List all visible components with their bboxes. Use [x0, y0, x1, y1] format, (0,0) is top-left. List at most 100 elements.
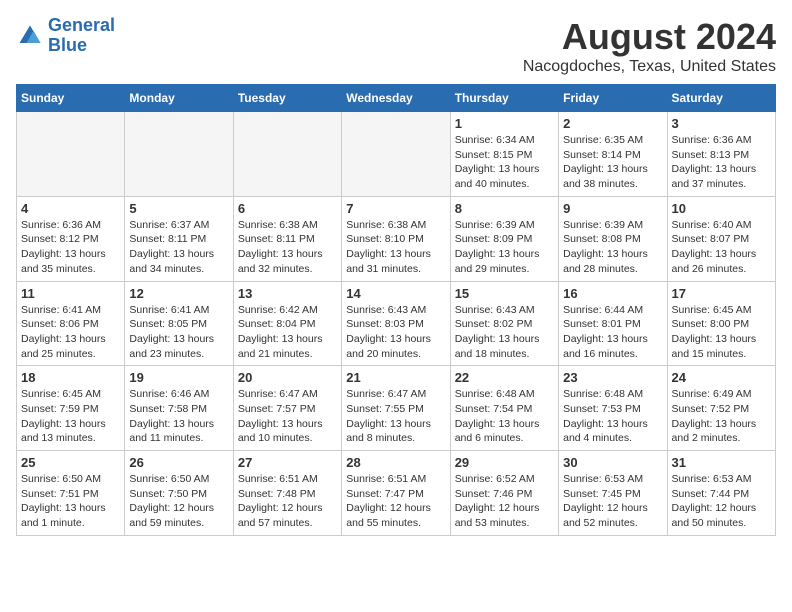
day-number: 1 — [455, 116, 554, 131]
day-number: 16 — [563, 286, 662, 301]
dow-header-wednesday: Wednesday — [342, 85, 450, 112]
dow-header-saturday: Saturday — [667, 85, 775, 112]
day-number: 5 — [129, 201, 228, 216]
calendar-cell: 12 Sunrise: 6:41 AM Sunset: 8:05 PM Dayli… — [125, 281, 233, 366]
calendar-cell: 25 Sunrise: 6:50 AM Sunset: 7:51 PM Dayli… — [17, 451, 125, 536]
calendar-cell: 1 Sunrise: 6:34 AM Sunset: 8:15 PM Daylig… — [450, 112, 558, 197]
calendar-cell: 18Sunrise: 6:45 AM Sunset: 7:59 PM Dayli… — [17, 366, 125, 451]
day-number: 4 — [21, 201, 120, 216]
calendar-week-5: 25 Sunrise: 6:50 AM Sunset: 7:51 PM Dayli… — [17, 451, 776, 536]
calendar-cell: 13 Sunrise: 6:42 AM Sunset: 8:04 PM Dayli… — [233, 281, 341, 366]
logo-icon — [16, 22, 44, 50]
main-title: August 2024 — [523, 16, 776, 58]
day-detail: Sunrise: 6:48 AM Sunset: 7:54 PM Dayligh… — [455, 387, 554, 446]
day-number: 9 — [563, 201, 662, 216]
day-number: 11 — [21, 286, 120, 301]
day-detail: Sunrise: 6:52 AM Sunset: 7:46 PM Dayligh… — [455, 472, 554, 531]
calendar-week-4: 18Sunrise: 6:45 AM Sunset: 7:59 PM Dayli… — [17, 366, 776, 451]
day-number: 23 — [563, 370, 662, 385]
calendar-cell: 21 Sunrise: 6:47 AM Sunset: 7:55 PM Dayli… — [342, 366, 450, 451]
day-number: 27 — [238, 455, 337, 470]
title-block: August 2024 Nacogdoches, Texas, United S… — [523, 16, 776, 76]
calendar-cell: 14 Sunrise: 6:43 AM Sunset: 8:03 PM Dayli… — [342, 281, 450, 366]
day-detail: Sunrise: 6:35 AM Sunset: 8:14 PM Dayligh… — [563, 133, 662, 192]
day-detail: Sunrise: 6:43 AM Sunset: 8:02 PM Dayligh… — [455, 303, 554, 362]
calendar-cell: 22 Sunrise: 6:48 AM Sunset: 7:54 PM Dayli… — [450, 366, 558, 451]
calendar-cell: 16 Sunrise: 6:44 AM Sunset: 8:01 PM Dayli… — [559, 281, 667, 366]
day-detail: Sunrise: 6:50 AM Sunset: 7:51 PM Dayligh… — [21, 472, 120, 531]
day-number: 14 — [346, 286, 445, 301]
calendar-cell: 29 Sunrise: 6:52 AM Sunset: 7:46 PM Dayli… — [450, 451, 558, 536]
day-number: 21 — [346, 370, 445, 385]
calendar-cell: 3 Sunrise: 6:36 AM Sunset: 8:13 PM Daylig… — [667, 112, 775, 197]
calendar-cell: 5 Sunrise: 6:37 AM Sunset: 8:11 PM Daylig… — [125, 196, 233, 281]
calendar-cell: 20Sunrise: 6:47 AM Sunset: 7:57 PM Dayli… — [233, 366, 341, 451]
day-detail: Sunrise: 6:36 AM Sunset: 8:12 PM Dayligh… — [21, 218, 120, 277]
day-detail: Sunrise: 6:53 AM Sunset: 7:44 PM Dayligh… — [672, 472, 771, 531]
day-detail: Sunrise: 6:36 AM Sunset: 8:13 PM Dayligh… — [672, 133, 771, 192]
day-detail: Sunrise: 6:53 AM Sunset: 7:45 PM Dayligh… — [563, 472, 662, 531]
day-number: 22 — [455, 370, 554, 385]
calendar-cell: 27 Sunrise: 6:51 AM Sunset: 7:48 PM Dayli… — [233, 451, 341, 536]
dow-header-tuesday: Tuesday — [233, 85, 341, 112]
day-detail: Sunrise: 6:34 AM Sunset: 8:15 PM Dayligh… — [455, 133, 554, 192]
day-number: 31 — [672, 455, 771, 470]
calendar-week-3: 11Sunrise: 6:41 AM Sunset: 8:06 PM Dayli… — [17, 281, 776, 366]
day-number: 13 — [238, 286, 337, 301]
calendar-cell — [17, 112, 125, 197]
day-detail: Sunrise: 6:47 AM Sunset: 7:57 PM Dayligh… — [238, 387, 337, 446]
day-number: 29 — [455, 455, 554, 470]
calendar-week-1: 1 Sunrise: 6:34 AM Sunset: 8:15 PM Daylig… — [17, 112, 776, 197]
logo: General Blue — [16, 16, 115, 56]
day-number: 24 — [672, 370, 771, 385]
day-number: 19 — [129, 370, 228, 385]
calendar-cell — [233, 112, 341, 197]
dow-header-friday: Friday — [559, 85, 667, 112]
day-detail: Sunrise: 6:41 AM Sunset: 8:05 PM Dayligh… — [129, 303, 228, 362]
day-number: 10 — [672, 201, 771, 216]
day-detail: Sunrise: 6:40 AM Sunset: 8:07 PM Dayligh… — [672, 218, 771, 277]
day-detail: Sunrise: 6:51 AM Sunset: 7:47 PM Dayligh… — [346, 472, 445, 531]
day-number: 25 — [21, 455, 120, 470]
calendar-cell: 28 Sunrise: 6:51 AM Sunset: 7:47 PM Dayli… — [342, 451, 450, 536]
day-detail: Sunrise: 6:44 AM Sunset: 8:01 PM Dayligh… — [563, 303, 662, 362]
day-detail: Sunrise: 6:37 AM Sunset: 8:11 PM Dayligh… — [129, 218, 228, 277]
day-number: 15 — [455, 286, 554, 301]
calendar-cell: 9 Sunrise: 6:39 AM Sunset: 8:08 PM Daylig… — [559, 196, 667, 281]
dow-header-sunday: Sunday — [17, 85, 125, 112]
dow-header-monday: Monday — [125, 85, 233, 112]
day-detail: Sunrise: 6:42 AM Sunset: 8:04 PM Dayligh… — [238, 303, 337, 362]
calendar-cell: 31 Sunrise: 6:53 AM Sunset: 7:44 PM Dayli… — [667, 451, 775, 536]
logo-line2: Blue — [48, 35, 87, 55]
calendar-cell: 4 Sunrise: 6:36 AM Sunset: 8:12 PM Daylig… — [17, 196, 125, 281]
day-number: 12 — [129, 286, 228, 301]
calendar-table: SundayMondayTuesdayWednesdayThursdayFrid… — [16, 84, 776, 536]
calendar-header: SundayMondayTuesdayWednesdayThursdayFrid… — [17, 85, 776, 112]
calendar-cell: 11Sunrise: 6:41 AM Sunset: 8:06 PM Dayli… — [17, 281, 125, 366]
day-detail: Sunrise: 6:48 AM Sunset: 7:53 PM Dayligh… — [563, 387, 662, 446]
dow-header-thursday: Thursday — [450, 85, 558, 112]
calendar-body: 1 Sunrise: 6:34 AM Sunset: 8:15 PM Daylig… — [17, 112, 776, 536]
subtitle: Nacogdoches, Texas, United States — [523, 58, 776, 76]
day-detail: Sunrise: 6:38 AM Sunset: 8:11 PM Dayligh… — [238, 218, 337, 277]
calendar-cell: 6 Sunrise: 6:38 AM Sunset: 8:11 PM Daylig… — [233, 196, 341, 281]
day-detail: Sunrise: 6:47 AM Sunset: 7:55 PM Dayligh… — [346, 387, 445, 446]
day-detail: Sunrise: 6:38 AM Sunset: 8:10 PM Dayligh… — [346, 218, 445, 277]
day-detail: Sunrise: 6:39 AM Sunset: 8:08 PM Dayligh… — [563, 218, 662, 277]
calendar-cell: 10 Sunrise: 6:40 AM Sunset: 8:07 PM Dayli… — [667, 196, 775, 281]
calendar-week-2: 4 Sunrise: 6:36 AM Sunset: 8:12 PM Daylig… — [17, 196, 776, 281]
day-number: 26 — [129, 455, 228, 470]
calendar-cell: 8Sunrise: 6:39 AM Sunset: 8:09 PM Daylig… — [450, 196, 558, 281]
calendar-cell: 17Sunrise: 6:45 AM Sunset: 8:00 PM Dayli… — [667, 281, 775, 366]
day-detail: Sunrise: 6:43 AM Sunset: 8:03 PM Dayligh… — [346, 303, 445, 362]
day-number: 3 — [672, 116, 771, 131]
day-number: 6 — [238, 201, 337, 216]
day-detail: Sunrise: 6:51 AM Sunset: 7:48 PM Dayligh… — [238, 472, 337, 531]
calendar-cell — [125, 112, 233, 197]
day-number: 28 — [346, 455, 445, 470]
calendar-cell: 19Sunrise: 6:46 AM Sunset: 7:58 PM Dayli… — [125, 366, 233, 451]
day-detail: Sunrise: 6:45 AM Sunset: 7:59 PM Dayligh… — [21, 387, 120, 446]
day-detail: Sunrise: 6:39 AM Sunset: 8:09 PM Dayligh… — [455, 218, 554, 277]
calendar-cell: 30Sunrise: 6:53 AM Sunset: 7:45 PM Dayli… — [559, 451, 667, 536]
calendar-cell: 23 Sunrise: 6:48 AM Sunset: 7:53 PM Dayli… — [559, 366, 667, 451]
